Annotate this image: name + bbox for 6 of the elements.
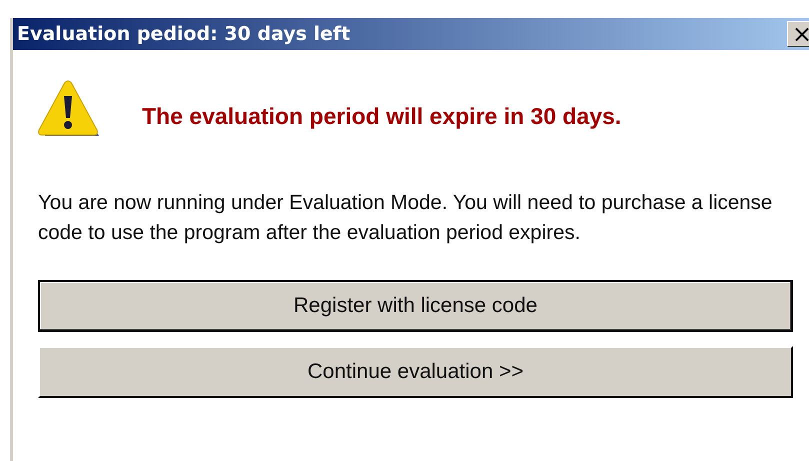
dialog-button[interactable]: Register with license code (38, 280, 793, 332)
window-title: Evaluation pediod: 30 days left (16, 23, 350, 45)
warning-heading: The evaluation period will expire in 30 days. (142, 102, 622, 130)
message-text: You are now running under Evaluation Mode. You will need to purchase a license code to use the program after the evaluation period expires. (38, 190, 774, 246)
close-button[interactable]: × (787, 21, 809, 47)
dialog-button[interactable]: Continue evaluation >> (38, 346, 793, 398)
